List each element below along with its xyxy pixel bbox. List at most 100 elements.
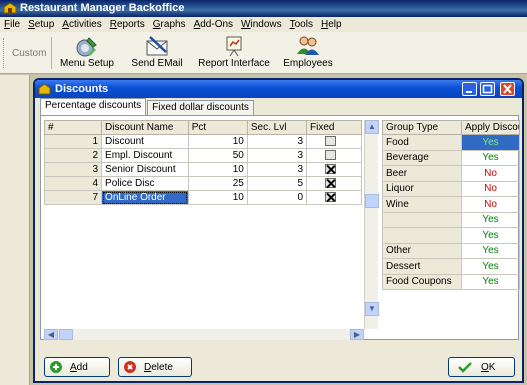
discount-fixed-cell[interactable]: [306, 190, 362, 205]
tab-percentage-discounts[interactable]: Percentage discounts: [40, 98, 147, 115]
group-row[interactable]: Food Coupons Yes: [382, 273, 520, 290]
discount-fixed-cell[interactable]: [306, 134, 362, 149]
apply-discount-cell[interactable]: Yes: [461, 273, 520, 290]
scroll-up-button[interactable]: ▲: [365, 120, 379, 134]
group-type-cell[interactable]: Food Coupons: [382, 273, 462, 290]
apply-discount-cell[interactable]: Yes: [461, 134, 520, 151]
fixed-checkbox[interactable]: [325, 150, 337, 161]
menu-add-ons[interactable]: Add-Ons: [190, 17, 237, 32]
discount-name-cell[interactable]: Senior Discount: [101, 162, 189, 177]
dialog-title-bar[interactable]: Discounts: [35, 80, 522, 98]
discount-pct-cell[interactable]: 25: [187, 176, 248, 191]
discount-row-number[interactable]: 2: [43, 148, 103, 163]
group-row[interactable]: Other Yes: [382, 242, 520, 259]
discount-sec-lvl-cell[interactable]: 3: [246, 162, 308, 177]
menu-help[interactable]: Help: [317, 17, 346, 32]
group-row[interactable]: Beer No: [382, 165, 520, 182]
discount-row-number[interactable]: 4: [43, 176, 103, 191]
group-row[interactable]: Yes: [382, 211, 520, 228]
fixed-checkbox[interactable]: [325, 164, 337, 175]
menu-file[interactable]: File: [0, 17, 24, 32]
discount-name-cell[interactable]: Discount: [101, 134, 189, 149]
employees-button[interactable]: Employees: [280, 34, 336, 72]
discounts-vertical-scrollbar[interactable]: ▲ ▼: [364, 120, 379, 329]
group-row[interactable]: Wine No: [382, 196, 520, 213]
apply-discount-cell[interactable]: No: [461, 180, 520, 197]
discount-name-cell[interactable]: Empl. Discount: [101, 148, 189, 163]
group-type-cell[interactable]: Beverage: [382, 149, 462, 166]
menu-setup[interactable]: Setup: [24, 17, 58, 32]
report-interface-button[interactable]: Report Interface: [194, 34, 274, 72]
delete-button[interactable]: Delete: [118, 357, 192, 377]
group-type-cell[interactable]: Dessert: [382, 258, 462, 275]
col-header-group-type[interactable]: Group Type: [382, 120, 462, 135]
close-button[interactable]: [500, 82, 515, 96]
apply-discount-cell[interactable]: Yes: [461, 211, 520, 228]
discount-row[interactable]: 4 Police Disc 25 5: [43, 176, 362, 191]
discount-row[interactable]: 2 Empl. Discount 50 3: [43, 148, 362, 163]
toolbar-grip[interactable]: [3, 38, 6, 68]
apply-discount-cell[interactable]: No: [461, 165, 520, 182]
scroll-left-button[interactable]: ◀: [44, 329, 58, 340]
tab-fixed-dollar-discounts[interactable]: Fixed dollar discounts: [147, 100, 254, 115]
ok-button[interactable]: OK: [448, 357, 515, 377]
add-button[interactable]: Add: [44, 357, 110, 377]
fixed-checkbox[interactable]: [325, 178, 337, 189]
col-header-pct[interactable]: Pct: [187, 120, 248, 135]
col-header-number[interactable]: #: [43, 120, 103, 135]
group-row[interactable]: Dessert Yes: [382, 258, 520, 275]
col-header-discount-name[interactable]: Discount Name: [101, 120, 189, 135]
group-type-cell[interactable]: Liquor: [382, 180, 462, 197]
apply-discount-cell[interactable]: Yes: [461, 149, 520, 166]
maximize-button[interactable]: [480, 82, 495, 96]
discount-pct-cell[interactable]: 10: [187, 190, 248, 205]
discount-row[interactable]: 1 Discount 10 3: [43, 134, 362, 149]
discount-pct-cell[interactable]: 50: [187, 148, 248, 163]
group-type-cell[interactable]: Beer: [382, 165, 462, 182]
menu-tools[interactable]: Tools: [286, 17, 317, 32]
discount-row[interactable]: 7 OnLine Order 10 0: [43, 190, 362, 205]
group-type-cell[interactable]: [382, 211, 462, 228]
horizontal-scroll-thumb[interactable]: [59, 329, 73, 340]
col-header-sec-lvl[interactable]: Sec. Lvl: [246, 120, 308, 135]
menu-activities[interactable]: Activities: [58, 17, 105, 32]
fixed-checkbox[interactable]: [325, 136, 337, 147]
group-row[interactable]: Yes: [382, 227, 520, 244]
discount-fixed-cell[interactable]: [306, 162, 362, 177]
discount-row[interactable]: 3 Senior Discount 10 3: [43, 162, 362, 177]
group-row[interactable]: Liquor No: [382, 180, 520, 197]
discount-name-cell[interactable]: OnLine Order: [101, 190, 189, 205]
menu-setup-button[interactable]: Menu Setup: [56, 34, 118, 72]
menu-graphs[interactable]: Graphs: [149, 17, 190, 32]
apply-discount-cell[interactable]: Yes: [461, 227, 520, 244]
discount-sec-lvl-cell[interactable]: 3: [246, 148, 308, 163]
discount-sec-lvl-cell[interactable]: 3: [246, 134, 308, 149]
discount-name-cell[interactable]: Police Disc: [101, 176, 189, 191]
send-email-button[interactable]: Send EMail: [126, 34, 188, 72]
discount-sec-lvl-cell[interactable]: 5: [246, 176, 308, 191]
apply-discount-cell[interactable]: No: [461, 196, 520, 213]
discount-pct-cell[interactable]: 10: [187, 162, 248, 177]
discount-row-number[interactable]: 1: [43, 134, 103, 149]
scroll-right-button[interactable]: ▶: [350, 329, 364, 340]
group-type-cell[interactable]: Other: [382, 242, 462, 259]
discount-row-number[interactable]: 3: [43, 162, 103, 177]
apply-discount-cell[interactable]: Yes: [461, 242, 520, 259]
group-row[interactable]: Food Yes: [382, 134, 520, 151]
col-header-apply-discount[interactable]: Apply Discou: [461, 120, 520, 135]
menu-reports[interactable]: Reports: [106, 17, 149, 32]
minimize-button[interactable]: [462, 82, 477, 96]
discount-fixed-cell[interactable]: [306, 148, 362, 163]
discount-fixed-cell[interactable]: [306, 176, 362, 191]
col-header-fixed[interactable]: Fixed: [306, 120, 362, 135]
discount-sec-lvl-cell[interactable]: 0: [246, 190, 308, 205]
apply-discount-cell[interactable]: Yes: [461, 258, 520, 275]
scroll-down-button[interactable]: ▼: [365, 302, 379, 316]
fixed-checkbox[interactable]: [325, 192, 337, 203]
discount-pct-cell[interactable]: 10: [187, 134, 248, 149]
menu-windows[interactable]: Windows: [237, 17, 286, 32]
group-type-cell[interactable]: Food: [382, 134, 462, 151]
group-type-cell[interactable]: Wine: [382, 196, 462, 213]
group-row[interactable]: Beverage Yes: [382, 149, 520, 166]
discount-row-number[interactable]: 7: [43, 190, 103, 205]
